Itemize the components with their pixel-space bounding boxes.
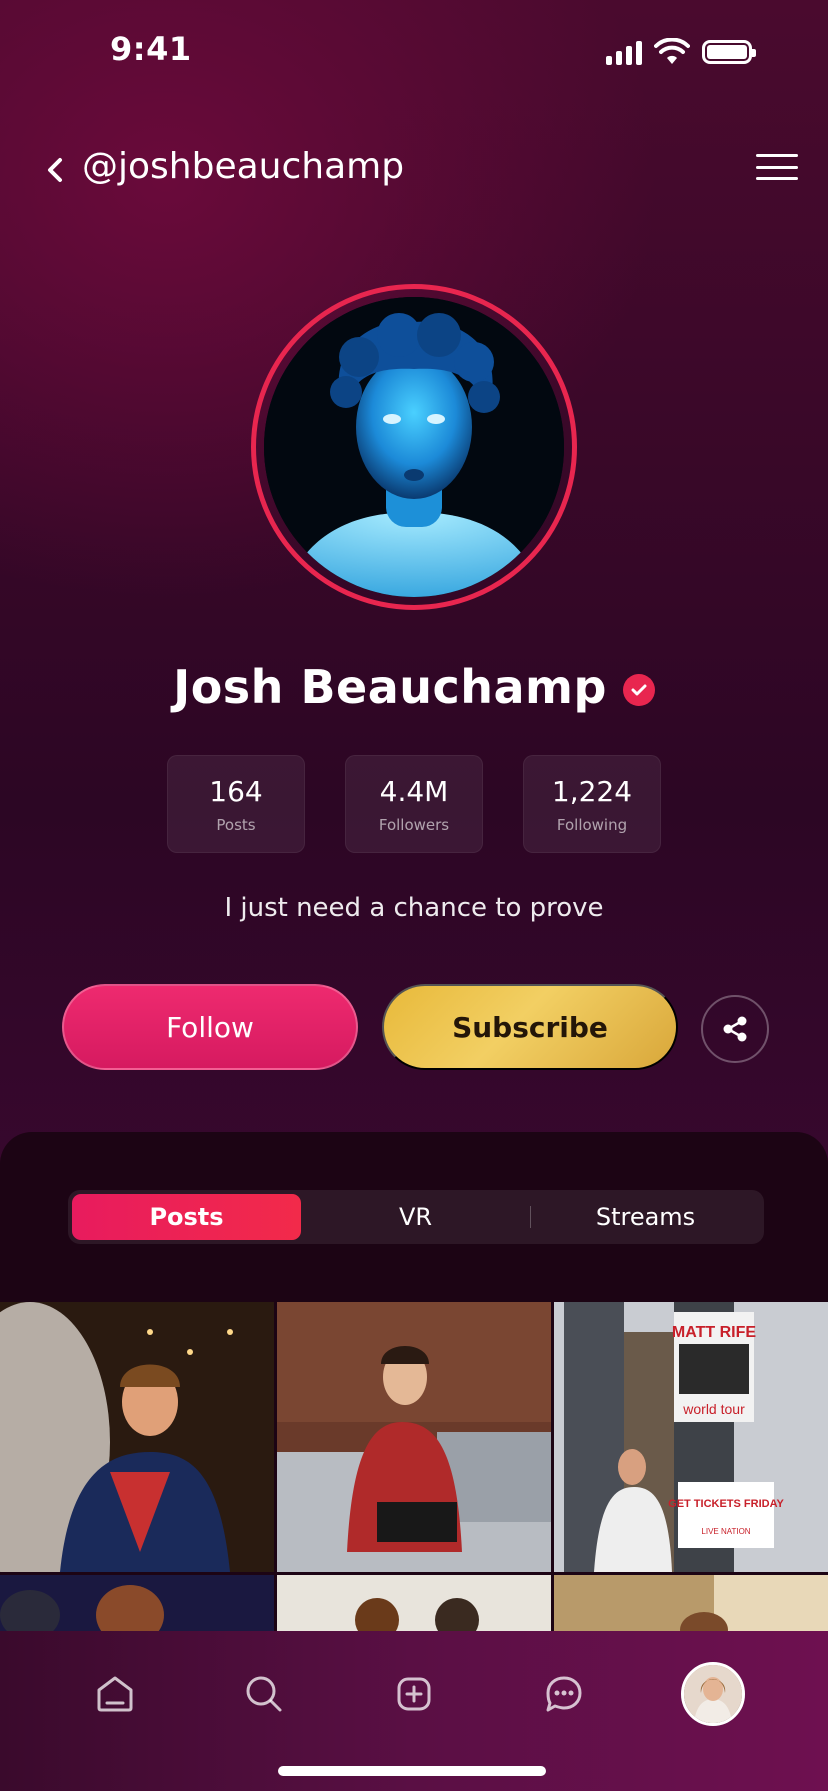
share-icon	[723, 1016, 747, 1042]
menu-icon[interactable]	[756, 150, 798, 184]
stat-following[interactable]: 1,224 Following	[523, 755, 661, 853]
home-indicator	[278, 1766, 546, 1776]
posts-grid: MATT RIFE world tour GET TICKETS FRIDAY …	[0, 1302, 828, 1635]
share-button[interactable]	[701, 995, 769, 1063]
nav-profile[interactable]	[678, 1659, 748, 1729]
nav-home[interactable]	[80, 1659, 150, 1729]
stat-label: Posts	[216, 815, 256, 834]
profile-handle: @joshbeauchamp	[82, 146, 405, 187]
stat-label: Following	[556, 815, 628, 834]
stat-value: 4.4M	[379, 774, 449, 808]
profile-avatar	[681, 1662, 746, 1726]
post-thumbnail[interactable]	[277, 1302, 551, 1572]
signal-icon	[606, 39, 642, 65]
billboard-title: MATT RIFE	[672, 1324, 756, 1341]
status-bar: 9:41	[0, 0, 828, 100]
profile-avatar-large	[251, 284, 577, 610]
stat-value: 164	[209, 774, 263, 808]
back-icon[interactable]	[40, 152, 70, 188]
wifi-icon	[654, 38, 690, 64]
follow-button[interactable]: Follow	[62, 984, 358, 1070]
post-thumbnail[interactable]	[0, 1302, 274, 1572]
post-thumbnail[interactable]	[0, 1575, 274, 1635]
billboard-cta: GET TICKETS FRIDAY	[668, 1498, 784, 1510]
post-thumbnail[interactable]	[554, 1575, 828, 1635]
chat-icon	[546, 1676, 582, 1712]
billboard-subtitle: world tour	[682, 1401, 745, 1417]
nav-search[interactable]	[229, 1659, 299, 1729]
tab-bar-items	[0, 1659, 828, 1729]
post-thumbnail[interactable]: MATT RIFE world tour GET TICKETS FRIDAY …	[554, 1302, 828, 1572]
tab-posts[interactable]: Posts	[72, 1194, 301, 1240]
profile-name: Josh Beauchamp	[173, 660, 607, 714]
profile-bio: I just need a chance to prove	[224, 893, 604, 923]
billboard-brand: LIVE NATION	[701, 1527, 750, 1536]
status-icons	[606, 38, 756, 66]
stat-followers[interactable]: 4.4M Followers	[345, 755, 483, 853]
post-thumbnail[interactable]	[277, 1575, 551, 1635]
battery-icon	[702, 40, 756, 64]
stat-value: 1,224	[551, 774, 633, 808]
search-icon	[246, 1676, 282, 1712]
profile-stats: 164 Posts 4.4M Followers 1,224 Following	[0, 755, 828, 853]
profile-photo	[264, 297, 564, 597]
tab-streams[interactable]: Streams	[531, 1194, 760, 1240]
stat-label: Followers	[378, 815, 450, 834]
status-time: 9:41	[110, 30, 192, 68]
profile-screen: 9:41 @joshbeauchamp Josh Beauchamp 164 P…	[0, 0, 828, 1791]
content-tabs: Posts VR Streams	[68, 1190, 764, 1244]
stat-posts[interactable]: 164 Posts	[167, 755, 305, 853]
home-icon	[97, 1676, 133, 1712]
verified-badge-icon	[622, 674, 655, 706]
subscribe-button[interactable]: Subscribe	[382, 984, 678, 1070]
name-row: Josh Beauchamp	[0, 660, 828, 714]
tab-vr[interactable]: VR	[301, 1194, 530, 1240]
nav-bar: @joshbeauchamp	[0, 140, 828, 200]
nav-messages[interactable]	[529, 1659, 599, 1729]
create-icon	[397, 1677, 431, 1711]
nav-create[interactable]	[379, 1659, 449, 1729]
